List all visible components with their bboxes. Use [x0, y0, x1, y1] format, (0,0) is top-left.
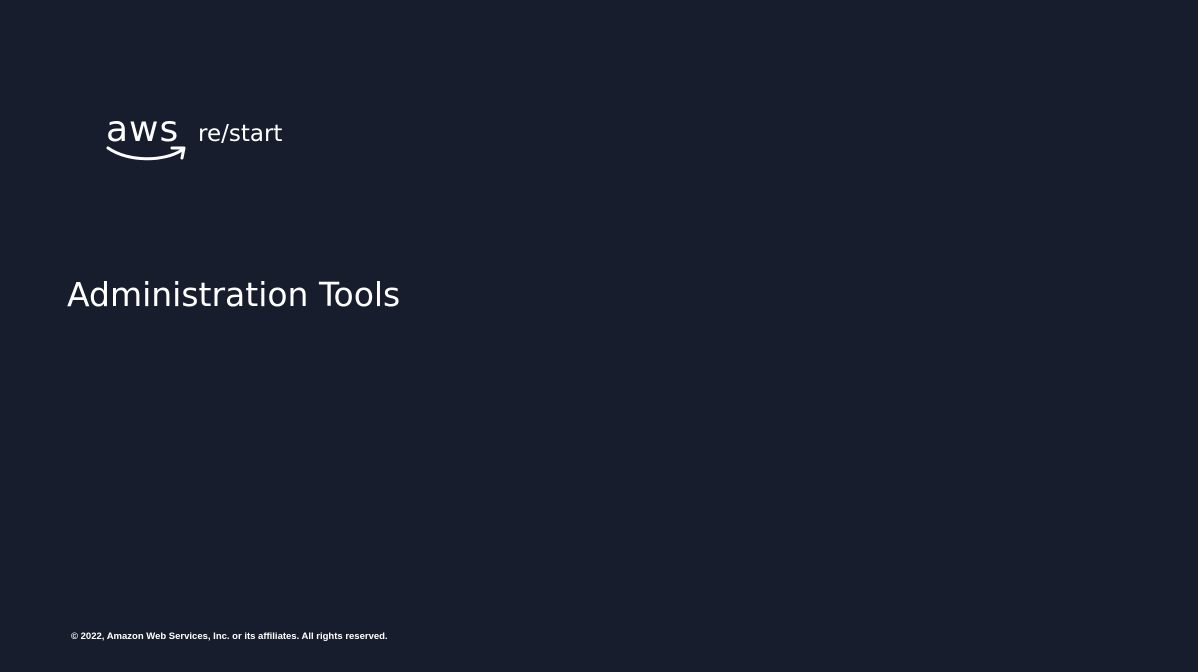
- aws-logo-mark: aws: [106, 110, 188, 170]
- slide: aws re/start Administration Tools © 2022…: [0, 0, 1198, 672]
- aws-smile-arrow-icon: [106, 146, 186, 161]
- restart-logo-text: re/start: [198, 121, 283, 147]
- slide-title: Administration Tools: [67, 275, 401, 314]
- aws-restart-logo: aws re/start: [106, 110, 283, 170]
- copyright-footer: © 2022, Amazon Web Services, Inc. or its…: [71, 631, 388, 642]
